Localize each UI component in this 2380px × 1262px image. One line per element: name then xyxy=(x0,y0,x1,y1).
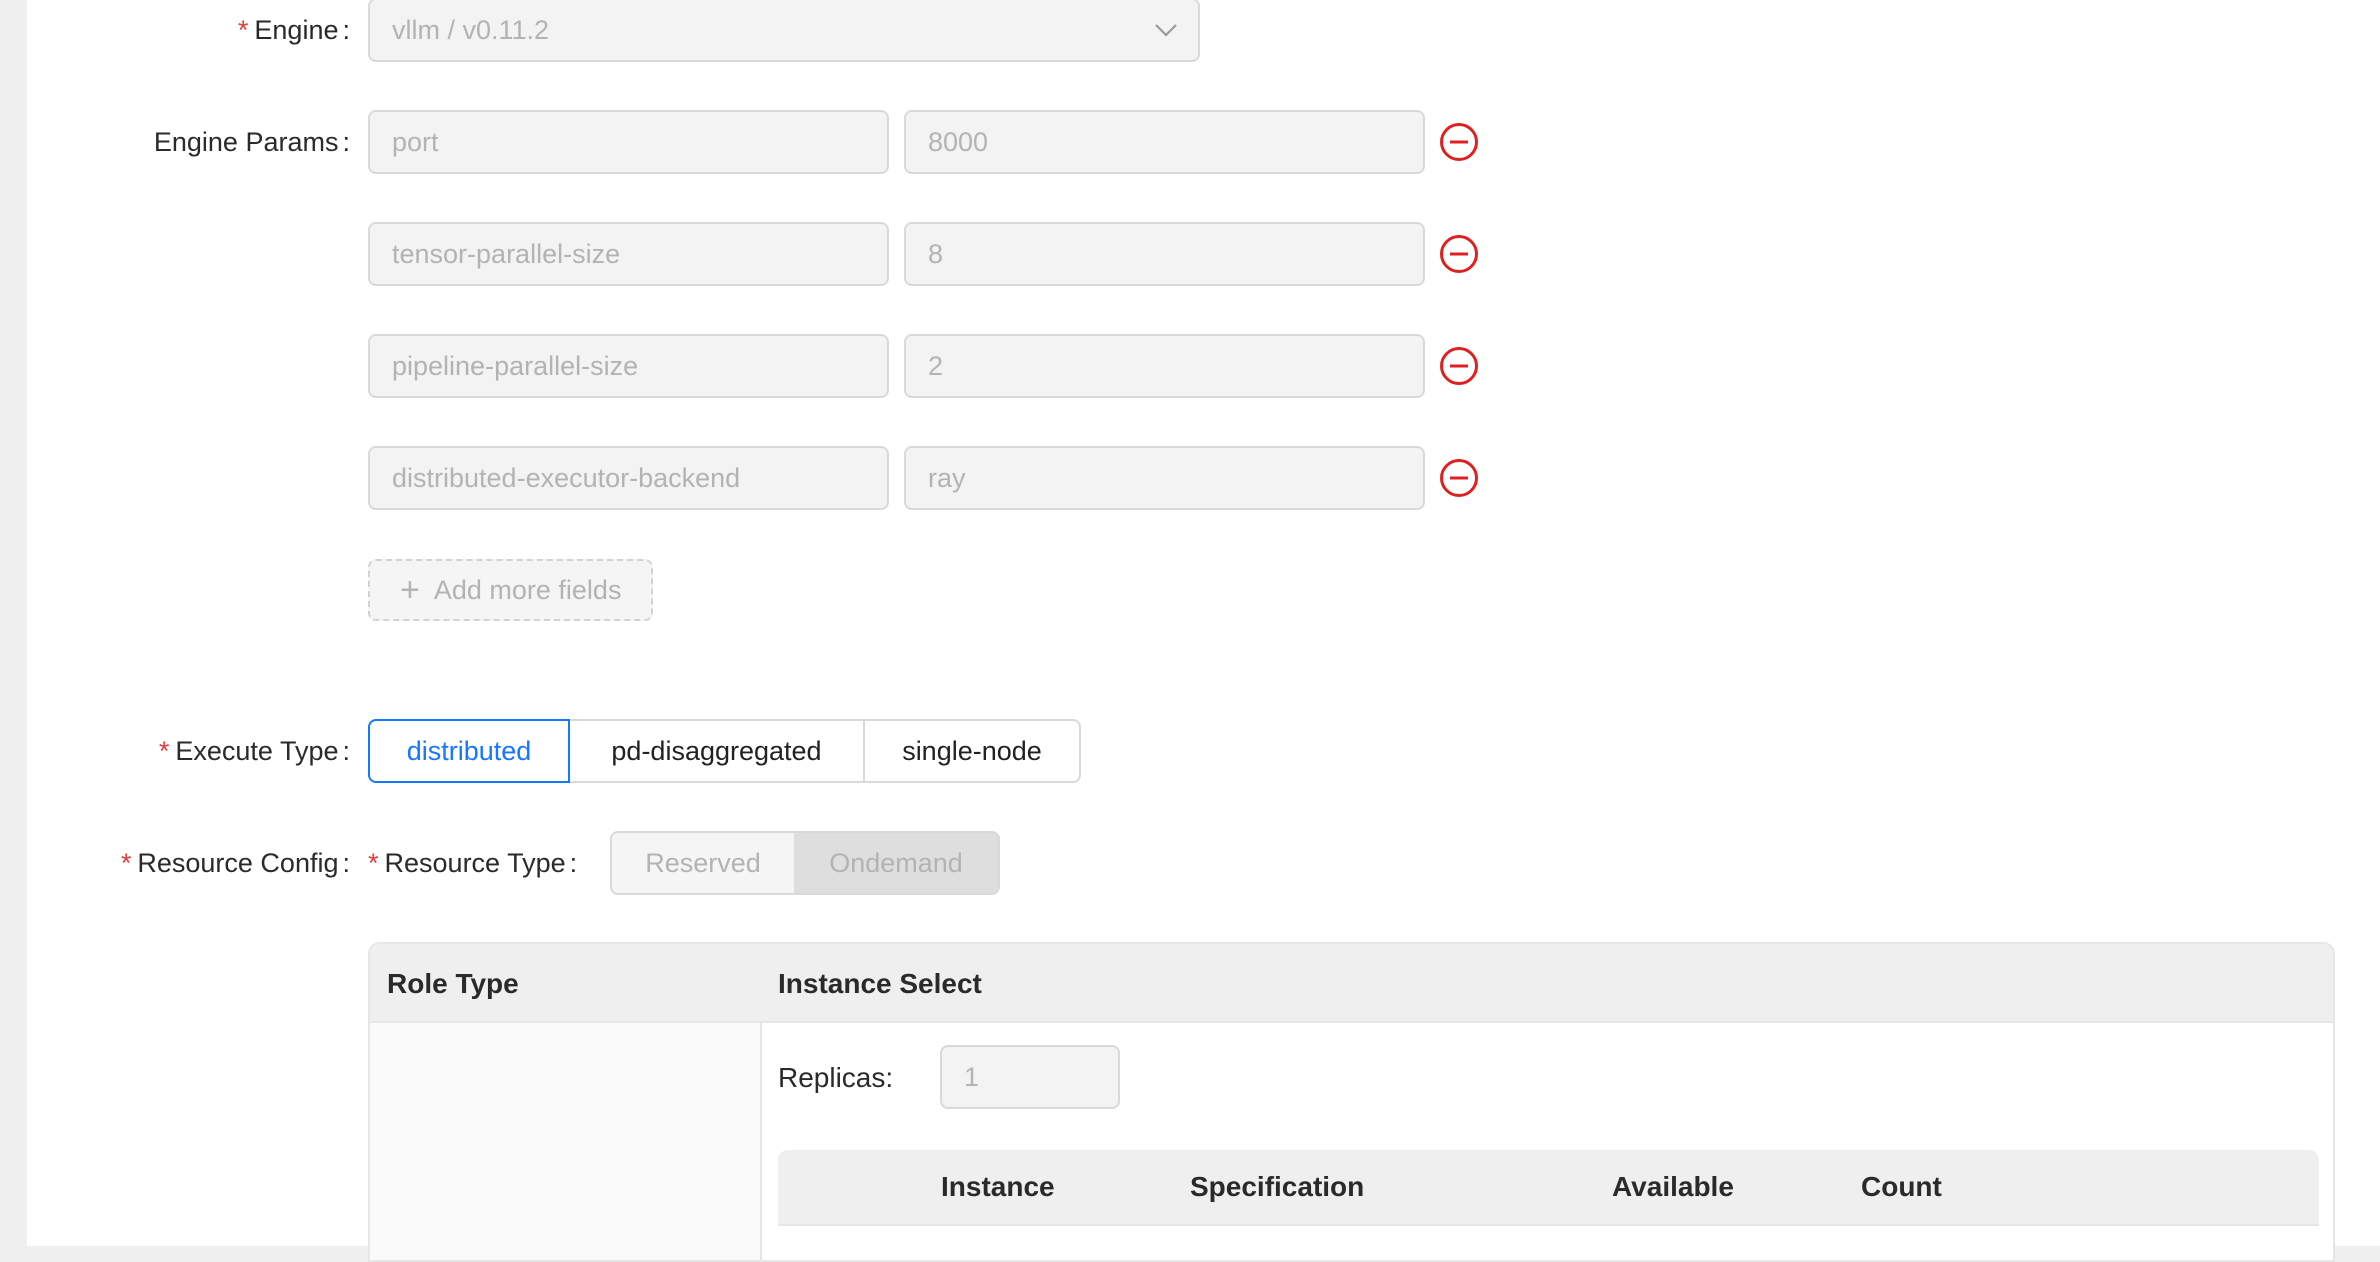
resource-type-option-reserved[interactable]: Reserved xyxy=(612,833,794,893)
execute-type-label: * Execute Type: xyxy=(158,736,350,766)
table-header-instance-select: Instance Select xyxy=(778,968,982,999)
required-mark: * xyxy=(120,848,132,878)
engine-label: * Engine: xyxy=(237,15,350,45)
param-value-input[interactable]: 2 xyxy=(904,334,1425,398)
remove-circle-icon[interactable] xyxy=(1439,458,1479,498)
required-mark: * xyxy=(368,848,379,878)
engine-select[interactable]: vllm / v0.11.2 xyxy=(368,0,1200,62)
form-page: * Engine: vllm / v0.11.2 Engine Params: p… xyxy=(27,0,2380,1262)
param-key-input[interactable]: port xyxy=(368,110,889,174)
engine-params-label: Engine Params: xyxy=(153,127,350,157)
param-value-input[interactable]: 8 xyxy=(904,222,1425,286)
remove-circle-icon[interactable] xyxy=(1439,234,1479,274)
instance-table-header-specification: Specification xyxy=(1190,1171,1365,1202)
execute-type-option-pd-disaggregated[interactable]: pd-disaggregated xyxy=(570,719,865,783)
param-value-input[interactable]: ray xyxy=(904,446,1425,510)
resource-config-label: * Resource Config: xyxy=(120,848,350,878)
role-table: Role Type Instance Select Replicas: 1 In… xyxy=(368,942,2335,1262)
required-mark: * xyxy=(158,736,170,766)
add-more-fields-button[interactable]: + Add more fields xyxy=(368,559,654,621)
replicas-label: Replicas: xyxy=(778,1062,894,1093)
param-key-input[interactable]: tensor-parallel-size xyxy=(368,222,889,286)
param-key-input[interactable]: pipeline-parallel-size xyxy=(368,334,889,398)
remove-circle-icon[interactable] xyxy=(1439,122,1479,162)
plus-icon: + xyxy=(400,571,420,609)
instance-table-header-instance: Instance xyxy=(941,1171,1055,1202)
chevron-down-icon xyxy=(1155,24,1177,37)
replicas-input[interactable]: 1 xyxy=(940,1045,1120,1109)
instance-table-header-available: Available xyxy=(1612,1171,1734,1202)
param-value-input[interactable]: 8000 xyxy=(904,110,1425,174)
table-header-role-type: Role Type xyxy=(387,968,519,999)
execute-type-option-single-node[interactable]: single-node xyxy=(865,719,1081,783)
resource-type-label: * Resource Type: xyxy=(368,848,578,878)
instance-table-header-count: Count xyxy=(1861,1171,1942,1202)
resource-type-segmented: Reserved Ondemand xyxy=(610,831,1000,895)
execute-type-option-distributed[interactable]: distributed xyxy=(368,719,570,783)
param-key-input[interactable]: distributed-executor-backend xyxy=(368,446,889,510)
remove-circle-icon[interactable] xyxy=(1439,346,1479,386)
required-mark: * xyxy=(237,15,249,45)
engine-select-value: vllm / v0.11.2 xyxy=(392,15,550,45)
table-header xyxy=(370,944,2333,1023)
resource-type-option-ondemand[interactable]: Ondemand xyxy=(794,833,998,893)
